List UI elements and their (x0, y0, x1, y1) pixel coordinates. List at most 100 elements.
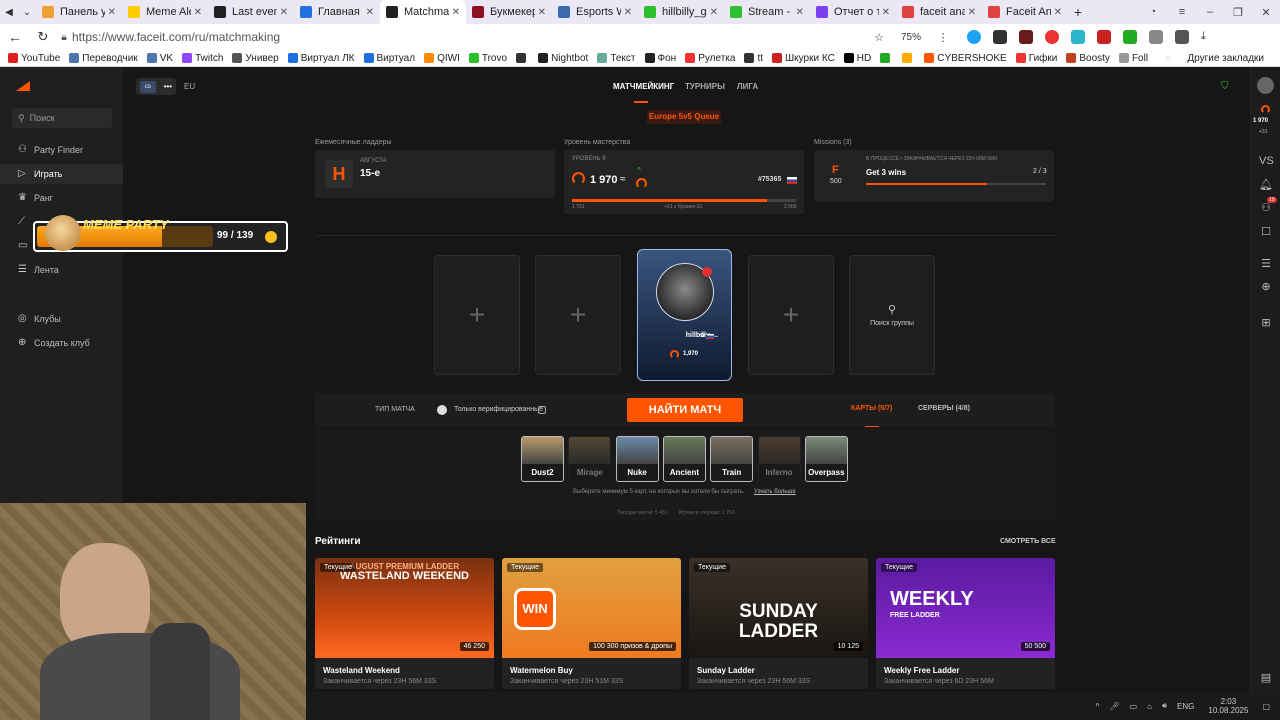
extension-icon[interactable] (1175, 30, 1189, 44)
browser-tab[interactable]: Панель упра✕ (36, 0, 122, 24)
close-tab-icon[interactable]: ✕ (968, 7, 976, 18)
sidebar-item-feed[interactable]: ☰ Лента (0, 260, 123, 280)
bookmark-item[interactable]: Виртуал ЛК (287, 53, 355, 64)
bookmark-item[interactable]: Рулетка (685, 53, 735, 64)
more-bookmarks-icon[interactable]: » (1165, 52, 1171, 64)
browser-tab[interactable]: Stream - Kick✕ (724, 0, 810, 24)
bookmark-item[interactable]: CYBERSHOKE (924, 53, 1007, 64)
mic-icon[interactable]: 🎤︎ (1109, 702, 1119, 711)
match-type-label[interactable]: ТИП МАТЧА (375, 406, 415, 413)
more-icon[interactable]: ⋮ (931, 31, 955, 44)
map-toggle-train[interactable]: Train (710, 436, 754, 482)
search-input[interactable]: ⚲ Поиск (12, 108, 112, 128)
tournament-card[interactable]: AUGUST PREMIUM LADDER WASTELAND WEEKEND Те… (315, 558, 494, 689)
sidebar-item-rank[interactable]: ♛ Ранг (0, 188, 123, 208)
map-toggle-inferno[interactable]: Inferno (757, 436, 801, 482)
volume-icon[interactable]: 🔊︎ (1162, 701, 1167, 711)
clock-date[interactable]: 10.08.2025 (1208, 706, 1248, 715)
browser-tab[interactable]: Last events - ✕ (208, 0, 294, 24)
close-tab-icon[interactable]: ✕ (366, 7, 374, 18)
extension-panel-icon[interactable]: ⊞ (1259, 316, 1273, 330)
map-toggle-mirage[interactable]: Mirage (568, 436, 612, 482)
tournament-card[interactable]: WEEKLY FREE LADDER Текущие 50 500 Weekly Fre… (876, 558, 1055, 689)
bookmark-item[interactable] (902, 53, 915, 64)
minimize-icon[interactable]: – (1196, 6, 1224, 18)
maximize-icon[interactable]: ❐ (1224, 6, 1252, 19)
close-tab-icon[interactable]: ✕ (538, 7, 546, 18)
close-tab-icon[interactable]: ✕ (710, 7, 718, 18)
tournament-card[interactable]: SUNDAY LADDER Текущие 10 125 Sunday Ladder З… (689, 558, 868, 689)
keyboard-lang[interactable]: ENG (1177, 702, 1194, 711)
mission-card[interactable]: F 500 В ПРОЦЕССЕ • ЗАКАНЧИВАЕТСЯ ЧЕРЕЗ 2… (814, 150, 1054, 202)
game-selector[interactable]: cs ••• (136, 78, 176, 95)
bookmark-star-icon[interactable]: ☆ (867, 31, 891, 44)
browser-tab[interactable]: Главная ✕ (294, 0, 380, 24)
back-icon[interactable]: ← (0, 29, 30, 45)
bookmark-item[interactable]: Виртуал (363, 53, 415, 64)
find-group-slot[interactable]: ⚲ Поиск группы (849, 255, 935, 375)
sidebar-item-clubs[interactable]: ◎ Клубы (0, 309, 123, 329)
close-tab-icon[interactable]: ✕ (452, 7, 460, 18)
close-window-icon[interactable]: ✕ (1252, 6, 1280, 19)
user-avatar[interactable] (1257, 77, 1274, 94)
map-toggle-ancient[interactable]: Ancient (662, 436, 706, 482)
extension-icon[interactable] (1123, 30, 1137, 44)
add-circle-icon[interactable]: ⊕ (1259, 280, 1273, 294)
tab-maps[interactable]: КАРТЫ (5/7) (851, 405, 892, 412)
faceit-logo-icon[interactable] (16, 81, 30, 91)
scroll-icon[interactable]: ▤ (1259, 671, 1273, 685)
friends-icon[interactable]: ⚇ (1259, 201, 1273, 215)
bookmark-item[interactable]: Twitch (182, 53, 223, 64)
find-match-button[interactable]: НАЙТИ МАТЧ (627, 398, 743, 422)
bookmark-item[interactable]: Шкурки КС (772, 53, 835, 64)
other-bookmarks[interactable]: Другие закладки (1187, 53, 1264, 64)
new-tab-button[interactable]: + (1068, 4, 1088, 20)
bookmark-item[interactable]: HD (843, 53, 871, 64)
bell-icon[interactable]: 🔔︎ (1259, 178, 1273, 192)
map-toggle-dust2[interactable]: Dust2 (521, 436, 564, 482)
bookmark-item[interactable]: Универ (232, 53, 279, 64)
party-list-icon[interactable]: ☰ (1259, 257, 1273, 271)
learn-more-link[interactable]: Узнать больше (754, 489, 796, 495)
notification-icon[interactable]: ▢ (1262, 702, 1270, 711)
bookmark-item[interactable]: Фон (644, 53, 676, 64)
profile-icon[interactable]: ◔ (1138, 6, 1168, 18)
bookmark-item[interactable] (516, 53, 529, 64)
close-tab-icon[interactable]: ✕ (280, 7, 288, 18)
battery-icon[interactable]: ▭ (1130, 702, 1138, 711)
map-toggle-nuke[interactable]: Nuke (615, 436, 659, 482)
bookmark-item[interactable]: Trovo (468, 53, 507, 64)
zoom-level[interactable]: 75% (891, 32, 931, 43)
map-toggle-overpass[interactable]: Overpass (804, 436, 848, 482)
menu-icon[interactable]: ≡ (1168, 6, 1196, 18)
browser-tab[interactable]: faceit analyzer✕ (896, 0, 982, 24)
invite-slot-3[interactable]: + (748, 255, 834, 375)
versus-icon[interactable]: VS (1259, 154, 1274, 168)
bookmark-item[interactable]: Nightbot (538, 53, 588, 64)
see-all-link[interactable]: СМОТРЕТЬ ВСЕ (1000, 538, 1056, 545)
extension-icon[interactable] (1045, 30, 1059, 44)
clock-time[interactable]: 2:03 (1221, 697, 1237, 706)
bookmark-item[interactable]: Текст (597, 53, 636, 64)
bookmark-item[interactable] (880, 53, 893, 64)
bookmark-item[interactable]: tt (744, 53, 763, 64)
tournament-card[interactable]: WIN Текущие 100 300 призов & дропы Watermel… (502, 558, 681, 689)
bookmark-item[interactable]: Переводчик (69, 53, 138, 64)
download-icon[interactable]: ⤓ (1201, 30, 1215, 44)
back-history-icon[interactable]: ◀ (0, 7, 18, 18)
extension-icon[interactable] (967, 30, 981, 44)
close-tab-icon[interactable]: ✕ (108, 7, 116, 18)
tab-tournaments[interactable]: ТУРНИРЫ (685, 82, 725, 91)
tray-up-icon[interactable]: ^ (1096, 702, 1100, 711)
tab-league[interactable]: ЛИГА (737, 82, 758, 91)
close-tab-icon[interactable]: ✕ (796, 7, 804, 18)
browser-tab[interactable]: Букмекерска✕ (466, 0, 552, 24)
address-bar[interactable]: https://www.faceit.com/ru/matchmaking (72, 30, 867, 44)
mastery-card[interactable]: УРОВЕНЬ 9 1 970 ≈ ^ #75365 1 751 +31 к У… (564, 150, 804, 214)
ladder-card[interactable]: H АВГУСТА 15-е (315, 150, 555, 198)
bookmark-item[interactable]: QIWI (424, 53, 460, 64)
chat-icon[interactable]: ☐ (1259, 225, 1273, 239)
browser-tab[interactable]: Meme Alerts✕ (122, 0, 208, 24)
network-icon[interactable]: ⌂ (1147, 702, 1152, 711)
extension-icon[interactable] (1071, 30, 1085, 44)
